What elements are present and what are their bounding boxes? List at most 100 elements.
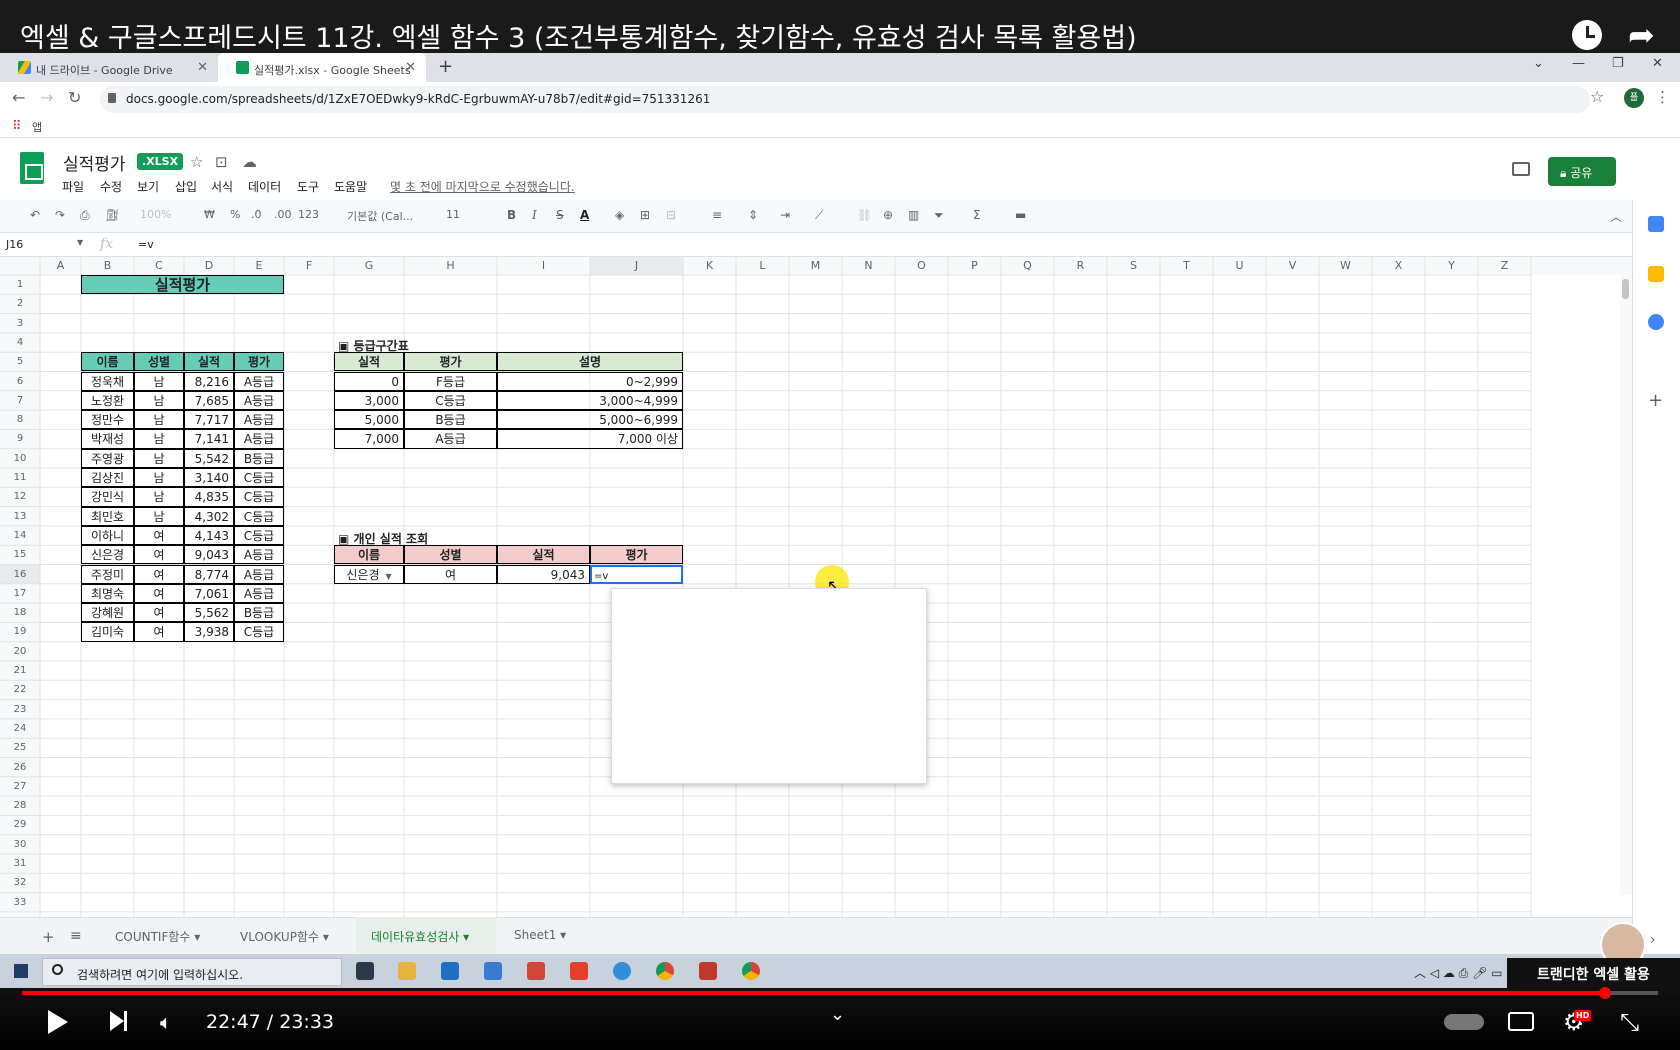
- row-header[interactable]: 16: [0, 569, 40, 580]
- bookmark-apps[interactable]: 앱: [32, 119, 42, 135]
- table-cell[interactable]: C등급: [234, 468, 284, 488]
- table-cell[interactable]: C등급: [234, 622, 284, 642]
- collapse-menu-icon[interactable]: ︿: [1610, 208, 1622, 225]
- functions-button[interactable]: Σ: [973, 208, 981, 222]
- table-cell[interactable]: 남: [134, 390, 184, 411]
- document-title[interactable]: 실적평가: [63, 150, 126, 175]
- apps-grid-icon[interactable]: ⠿: [12, 119, 22, 134]
- table-cell[interactable]: 정만수: [81, 410, 134, 430]
- dropdown-arrow-icon[interactable]: ▼: [385, 572, 391, 581]
- table-cell[interactable]: 4,143: [184, 525, 234, 546]
- row-header[interactable]: 6: [0, 376, 40, 387]
- table-cell[interactable]: C등급: [234, 487, 284, 507]
- video-title[interactable]: 엑셀 & 구글스프레드시트 11강. 엑셀 함수 3 (조건부통계함수, 찾기함…: [20, 16, 1137, 55]
- url-bar[interactable]: docs.google.com/spreadsheets/d/1ZxE7OEDw…: [100, 86, 1590, 113]
- play-icon[interactable]: [48, 1010, 68, 1034]
- horizontal-align-icon[interactable]: ≡: [712, 208, 722, 222]
- exit-fullscreen-icon[interactable]: ⤡: [1620, 1008, 1639, 1036]
- table-cell[interactable]: 여: [134, 622, 184, 642]
- browser-menu-icon[interactable]: ⋮: [1655, 88, 1670, 106]
- table-cell[interactable]: B등급: [234, 448, 284, 468]
- table-cell[interactable]: 여: [134, 603, 184, 623]
- table-cell[interactable]: 남: [134, 448, 184, 468]
- column-header[interactable]: L: [736, 257, 789, 275]
- subtitles-icon[interactable]: [1508, 1012, 1534, 1031]
- row-header[interactable]: 8: [0, 414, 40, 425]
- strikethrough-button[interactable]: S: [556, 208, 564, 222]
- column-header[interactable]: O: [895, 257, 948, 275]
- table-cell[interactable]: 여: [134, 583, 184, 604]
- column-header[interactable]: R: [1054, 257, 1107, 275]
- menu-format[interactable]: 서식: [211, 178, 233, 195]
- mail-icon[interactable]: [441, 962, 459, 980]
- sheet-tab-vlookup[interactable]: VLOOKUP함수 ▾: [240, 928, 329, 945]
- row-header[interactable]: 10: [0, 453, 40, 464]
- column-header[interactable]: S: [1107, 257, 1160, 275]
- column-header[interactable]: W: [1319, 257, 1372, 275]
- taskbar-search[interactable]: 검색하려면 여기에 입력하십시오.: [42, 958, 342, 986]
- row-header[interactable]: 3: [0, 318, 40, 329]
- calendar-icon[interactable]: [1648, 216, 1664, 232]
- row-header[interactable]: 1: [0, 279, 40, 290]
- row-header[interactable]: 31: [0, 858, 40, 869]
- column-header[interactable]: E: [234, 257, 284, 275]
- paint-format-icon[interactable]: ⛽︎: [105, 208, 120, 222]
- office-icon[interactable]: [570, 962, 588, 980]
- row-header[interactable]: 15: [0, 549, 40, 560]
- forward-icon[interactable]: →: [40, 88, 53, 107]
- grade-header-cell[interactable]: 설명: [497, 352, 683, 372]
- font-select[interactable]: 기본값 (Cal...: [347, 208, 413, 224]
- security-icon[interactable]: [484, 962, 502, 980]
- column-header[interactable]: M: [789, 257, 842, 275]
- table-cell[interactable]: 7,717: [184, 410, 234, 430]
- chevron-down-icon[interactable]: ⌄: [830, 1004, 845, 1025]
- table-cell[interactable]: 9,043: [184, 545, 234, 565]
- chevron-down-icon[interactable]: ▼: [77, 238, 83, 247]
- undo-icon[interactable]: ↶: [30, 208, 40, 222]
- table-cell[interactable]: 8,774: [184, 564, 234, 584]
- menu-data[interactable]: 데이터: [248, 178, 281, 195]
- table-cell[interactable]: 7,141: [184, 429, 234, 449]
- table-cell[interactable]: 5,562: [184, 603, 234, 623]
- menu-edit[interactable]: 수정: [100, 178, 122, 195]
- italic-button[interactable]: I: [532, 208, 537, 222]
- table-cell[interactable]: 남: [134, 487, 184, 507]
- row-header[interactable]: 30: [0, 839, 40, 850]
- row-header[interactable]: 25: [0, 742, 40, 753]
- table-cell[interactable]: 김상진: [81, 468, 134, 488]
- row-header[interactable]: 17: [0, 588, 40, 599]
- table-cell[interactable]: 남: [134, 429, 184, 449]
- reload-icon[interactable]: ↻: [68, 88, 81, 107]
- close-tab-icon[interactable]: ✕: [197, 60, 208, 75]
- table-cell[interactable]: 주정미: [81, 564, 134, 584]
- edge-icon[interactable]: [613, 962, 631, 980]
- text-color-button[interactable]: A: [580, 208, 589, 222]
- close-window-icon[interactable]: ✕: [1652, 56, 1663, 71]
- column-header[interactable]: V: [1266, 257, 1319, 275]
- menu-insert[interactable]: 삽입: [175, 178, 197, 195]
- watch-later-icon[interactable]: [1572, 20, 1602, 50]
- add-addon-icon[interactable]: +: [1648, 390, 1663, 411]
- grade-cell[interactable]: A등급: [404, 429, 497, 449]
- row-header[interactable]: 11: [0, 472, 40, 483]
- borders-icon[interactable]: ⊞: [640, 208, 650, 222]
- star-icon[interactable]: ☆: [190, 153, 203, 171]
- input-tools-icon[interactable]: ▬: [1015, 208, 1026, 222]
- browser-tab-drive[interactable]: 내 드라이브 - Google Drive ✕: [0, 53, 218, 82]
- all-sheets-icon[interactable]: ≡: [70, 928, 82, 944]
- column-header[interactable]: P: [948, 257, 1001, 275]
- row-header[interactable]: 5: [0, 356, 40, 367]
- row-header[interactable]: 21: [0, 665, 40, 676]
- grade-cell[interactable]: B등급: [404, 410, 497, 430]
- chrome-icon[interactable]: [656, 962, 674, 980]
- grade-cell[interactable]: F등급: [404, 371, 497, 391]
- merge-cells-icon[interactable]: ⊟: [666, 208, 676, 222]
- grade-header-cell[interactable]: 평가: [404, 352, 497, 372]
- chevron-down-icon[interactable]: ▾: [194, 930, 200, 944]
- text-rotate-icon[interactable]: ⟋: [815, 208, 823, 223]
- tab-search-icon[interactable]: ⌄: [1533, 56, 1544, 71]
- grade-cell[interactable]: C등급: [404, 390, 497, 411]
- column-header[interactable]: K: [683, 257, 736, 275]
- lookup-header-cell[interactable]: 평가: [590, 545, 683, 565]
- insert-chart-icon[interactable]: ▥: [908, 208, 919, 222]
